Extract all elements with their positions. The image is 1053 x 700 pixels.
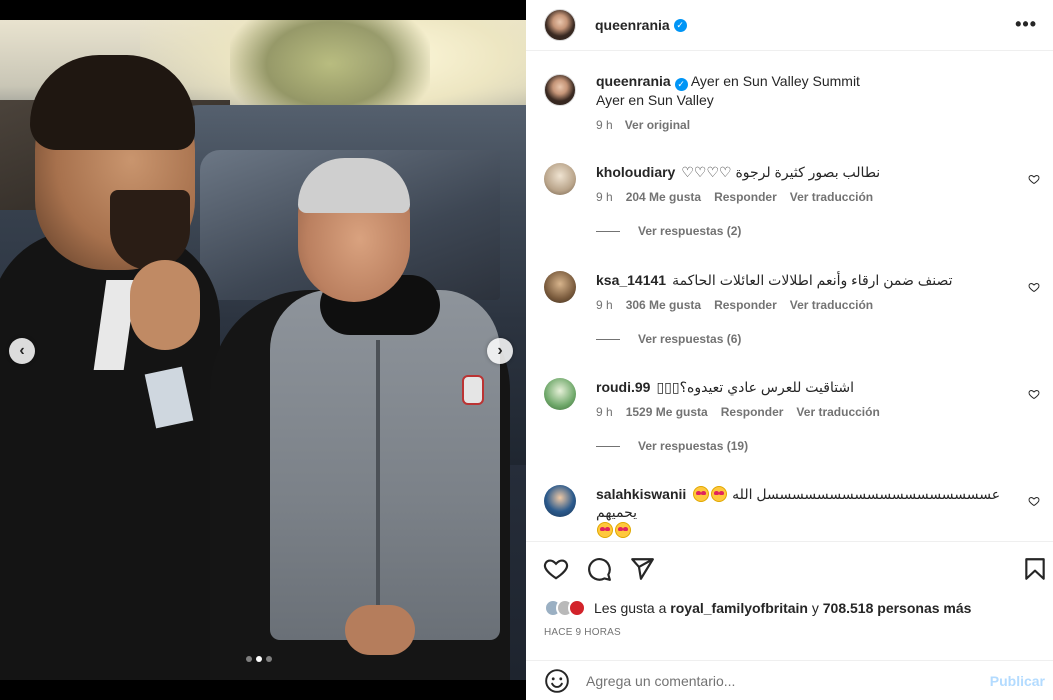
publish-button[interactable]: Publicar (990, 673, 1045, 689)
carousel-indicator (246, 656, 272, 662)
commenter-avatar[interactable] (544, 271, 576, 303)
previous-image-button[interactable]: ‹ (9, 338, 35, 364)
reply-button[interactable]: Responder (714, 298, 777, 312)
post-timestamp: HACE 9 HORAS (544, 627, 621, 638)
comment-item: ksa_14141 تصنف ضمن ارقاء وأنعم اطلالات ال… (544, 271, 1044, 346)
comment-item: salahkiswanii عسسسسسسسسسسسسسسسسسسل الله … (544, 485, 1044, 539)
post-modal: ‹ › queenrania ✓ ••• queenrania ✓ Ayer en… (0, 0, 1053, 700)
see-original-link[interactable]: Ver original (625, 118, 690, 132)
comment-time: 9 h (596, 190, 613, 204)
comment-text: اشتاقيت للعرس عادي تعيدوه؟▯▯▯ (656, 379, 855, 395)
like-heart-icon[interactable] (543, 556, 569, 582)
translate-link[interactable]: Ver traducción (790, 298, 873, 312)
star-struck-emoji-icon (693, 486, 710, 502)
post-actions-bar (526, 541, 1053, 596)
comment-text: تصنف ضمن ارقاء وأنعم اطلالات العائلات ال… (672, 272, 953, 288)
heart-icon[interactable] (1028, 281, 1040, 293)
comment-likes[interactable]: 204 Me gusta (626, 190, 701, 204)
star-struck-emoji-icon (597, 522, 613, 538)
chevron-left-icon: ‹ (19, 342, 25, 359)
comment-time: 9 h (596, 298, 613, 312)
view-replies-button[interactable]: Ver respuestas (2) (596, 224, 1044, 238)
post-media: ‹ › (0, 0, 526, 700)
save-bookmark-icon[interactable] (1022, 556, 1048, 582)
comment-item: roudi.99 اشتاقيت للعرس عادي تعيدوه؟▯▯▯ 9 … (544, 378, 1044, 453)
likes-count-link[interactable]: 708.518 personas más (823, 600, 972, 616)
author-username[interactable]: queenrania (595, 17, 670, 33)
reply-button[interactable]: Responder (721, 405, 784, 419)
commenter-avatar[interactable] (544, 485, 576, 517)
verified-badge-icon: ✓ (674, 78, 688, 91)
post-header: queenrania ✓ ••• (526, 0, 1053, 51)
author-avatar[interactable] (544, 9, 576, 41)
likes-joiner: y (811, 600, 819, 616)
comment-username[interactable]: salahkiswanii (596, 486, 686, 502)
caption-text: Ayer en Sun Valley (596, 92, 714, 108)
view-replies-button[interactable]: Ver respuestas (19) (596, 439, 1044, 453)
emoji-icon[interactable] (544, 668, 570, 694)
likes-prefix: Les gusta a (594, 600, 667, 616)
post-photo (0, 20, 526, 680)
post-side-panel: queenrania ✓ ••• queenrania ✓ Ayer en Sun… (526, 0, 1053, 700)
add-comment-bar: Publicar (526, 660, 1053, 700)
carousel-dot (266, 656, 272, 662)
caption-location: Ayer en Sun Valley Summit (690, 73, 860, 89)
translate-link[interactable]: Ver traducción (796, 405, 879, 419)
liker-avatars (544, 599, 586, 617)
star-struck-emoji-icon (615, 522, 631, 538)
view-replies-label: Ver respuestas (19) (638, 439, 749, 453)
caption-avatar[interactable] (544, 74, 576, 106)
next-image-button[interactable]: › (487, 338, 513, 364)
comment-input[interactable] (586, 672, 966, 689)
comment-icon[interactable] (586, 556, 612, 582)
heart-icon[interactable] (1028, 388, 1040, 400)
heart-icon[interactable] (1028, 173, 1040, 185)
caption-username[interactable]: queenrania (596, 73, 671, 89)
reply-button[interactable]: Responder (714, 190, 777, 204)
view-replies-button[interactable]: Ver respuestas (6) (596, 332, 1044, 346)
caption-time: 9 h (596, 118, 613, 132)
likes-summary: Les gusta a royal_familyofbritain y 708.… (544, 599, 971, 617)
comment-username[interactable]: kholoudiary (596, 164, 675, 180)
heart-icon[interactable] (1028, 495, 1040, 507)
commenter-avatar[interactable] (544, 163, 576, 195)
commenter-avatar[interactable] (544, 378, 576, 410)
comment-likes[interactable]: 1529 Me gusta (626, 405, 708, 419)
view-replies-label: Ver respuestas (2) (638, 224, 742, 238)
chevron-right-icon: › (497, 342, 503, 359)
comment-username[interactable]: ksa_14141 (596, 272, 666, 288)
carousel-dot-active (256, 656, 262, 662)
carousel-dot (246, 656, 252, 662)
star-struck-emoji-icon (711, 486, 728, 502)
liker-username-link[interactable]: royal_familyofbritain (670, 600, 808, 616)
verified-badge-icon: ✓ (673, 18, 687, 32)
comment-time: 9 h (596, 405, 613, 419)
share-paper-plane-icon[interactable] (629, 556, 655, 582)
view-replies-label: Ver respuestas (6) (638, 332, 742, 346)
comment-username[interactable]: roudi.99 (596, 379, 650, 395)
comment-item: kholoudiary نطالب بصور كثيرة لرجوة ♡♡♡♡ 9… (544, 163, 1044, 238)
translate-link[interactable]: Ver traducción (790, 190, 873, 204)
comment-likes[interactable]: 306 Me gusta (626, 298, 701, 312)
comment-text: نطالب بصور كثيرة لرجوة ♡♡♡♡ (681, 164, 881, 180)
more-options-icon[interactable]: ••• (1015, 14, 1037, 35)
post-caption: queenrania ✓ Ayer en Sun Valley Summit Ay… (544, 72, 1044, 132)
